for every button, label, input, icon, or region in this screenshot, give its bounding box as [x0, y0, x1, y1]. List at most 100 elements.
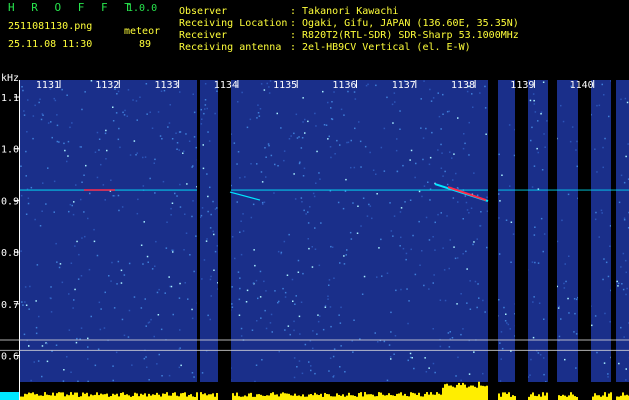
noise-speck: [380, 146, 383, 149]
power-bar: [334, 396, 336, 400]
power-bar: [98, 395, 100, 400]
power-bar: [560, 395, 562, 400]
noise-speck: [360, 225, 362, 227]
power-bar: [414, 393, 416, 400]
noise-speck: [213, 233, 215, 236]
noise-speck: [297, 259, 300, 262]
power-bar: [282, 392, 284, 400]
noise-speck: [622, 252, 625, 255]
noise-speck: [140, 307, 143, 309]
noise-speck: [171, 202, 174, 204]
noise-speck: [157, 111, 160, 113]
noise-speck: [498, 299, 500, 301]
noise-speck: [339, 322, 342, 324]
noise-speck: [278, 350, 280, 353]
power-bar: [430, 392, 432, 400]
power-bar: [274, 394, 276, 400]
noise-speck: [595, 211, 597, 214]
noise-speck: [206, 238, 208, 240]
noise-speck: [168, 276, 170, 278]
noise-speck: [80, 327, 83, 329]
noise-speck: [383, 170, 386, 172]
noise-speck: [87, 217, 89, 220]
noise-speck: [254, 264, 256, 267]
noise-speck: [576, 165, 578, 168]
noise-speck: [47, 167, 49, 169]
noise-speck: [137, 198, 139, 201]
noise-speck: [620, 98, 622, 101]
noise-speck: [55, 242, 57, 245]
noise-speck: [214, 208, 217, 210]
noise-speck: [268, 144, 270, 147]
power-bar: [384, 395, 386, 400]
noise-speck: [123, 274, 126, 276]
noise-speck: [563, 282, 565, 285]
noise-speck: [80, 275, 83, 277]
noise-speck: [383, 127, 386, 130]
noise-speck: [421, 250, 423, 252]
power-bar: [596, 395, 598, 400]
noise-speck: [543, 318, 545, 320]
noise-speck: [112, 120, 115, 122]
noise-speck: [567, 193, 570, 196]
power-bar: [48, 395, 50, 400]
power-bar: [76, 392, 78, 400]
power-bar: [104, 394, 106, 400]
noise-speck: [298, 360, 301, 362]
power-bar: [182, 392, 184, 400]
noise-speck: [124, 109, 126, 112]
noise-speck: [453, 246, 455, 248]
noise-speck: [356, 232, 359, 234]
power-bar: [24, 393, 26, 400]
noise-speck: [131, 364, 133, 366]
noise-speck: [462, 253, 464, 255]
noise-speck: [455, 375, 457, 377]
noise-speck: [564, 358, 566, 361]
power-bar: [146, 396, 148, 400]
noise-speck: [557, 307, 560, 309]
power-bar: [470, 385, 472, 400]
power-bar: [92, 395, 94, 400]
mode-label: meteor: [124, 26, 161, 37]
noise-speck: [343, 263, 346, 265]
noise-speck: [532, 301, 534, 303]
noise-speck: [410, 248, 412, 251]
noise-speck: [410, 149, 413, 152]
noise-speck: [70, 371, 72, 373]
power-bar: [352, 395, 354, 400]
noise-speck: [562, 120, 565, 123]
noise-speck: [498, 253, 501, 255]
noise-speck: [620, 266, 622, 268]
noise-speck: [314, 372, 316, 375]
noise-speck: [623, 219, 626, 221]
noise-speck: [500, 331, 503, 333]
noise-speck: [175, 132, 177, 134]
power-bar: [36, 393, 38, 400]
noise-speck: [98, 301, 101, 304]
power-bar: [170, 395, 172, 400]
noise-speck: [440, 143, 442, 146]
noise-speck: [71, 122, 73, 124]
noise-speck: [533, 103, 536, 105]
noise-speck: [531, 186, 534, 188]
noise-speck: [46, 342, 48, 345]
noise-speck: [625, 379, 627, 381]
noise-speck: [484, 107, 487, 109]
noise-speck: [323, 124, 326, 126]
noise-speck: [364, 145, 367, 148]
noise-speck: [407, 322, 409, 325]
noise-speck: [446, 215, 448, 217]
noise-speck: [32, 137, 34, 140]
power-bar: [330, 396, 332, 400]
noise-speck: [409, 199, 412, 201]
noise-speck: [395, 149, 398, 152]
noise-speck: [316, 333, 318, 335]
noise-speck: [170, 207, 172, 210]
noise-speck: [602, 166, 604, 169]
noise-speck: [301, 372, 304, 375]
power-bar: [50, 395, 52, 400]
power-bar: [366, 394, 368, 400]
noise-speck: [115, 351, 118, 354]
noise-speck: [391, 103, 394, 106]
noise-speck: [186, 183, 188, 185]
